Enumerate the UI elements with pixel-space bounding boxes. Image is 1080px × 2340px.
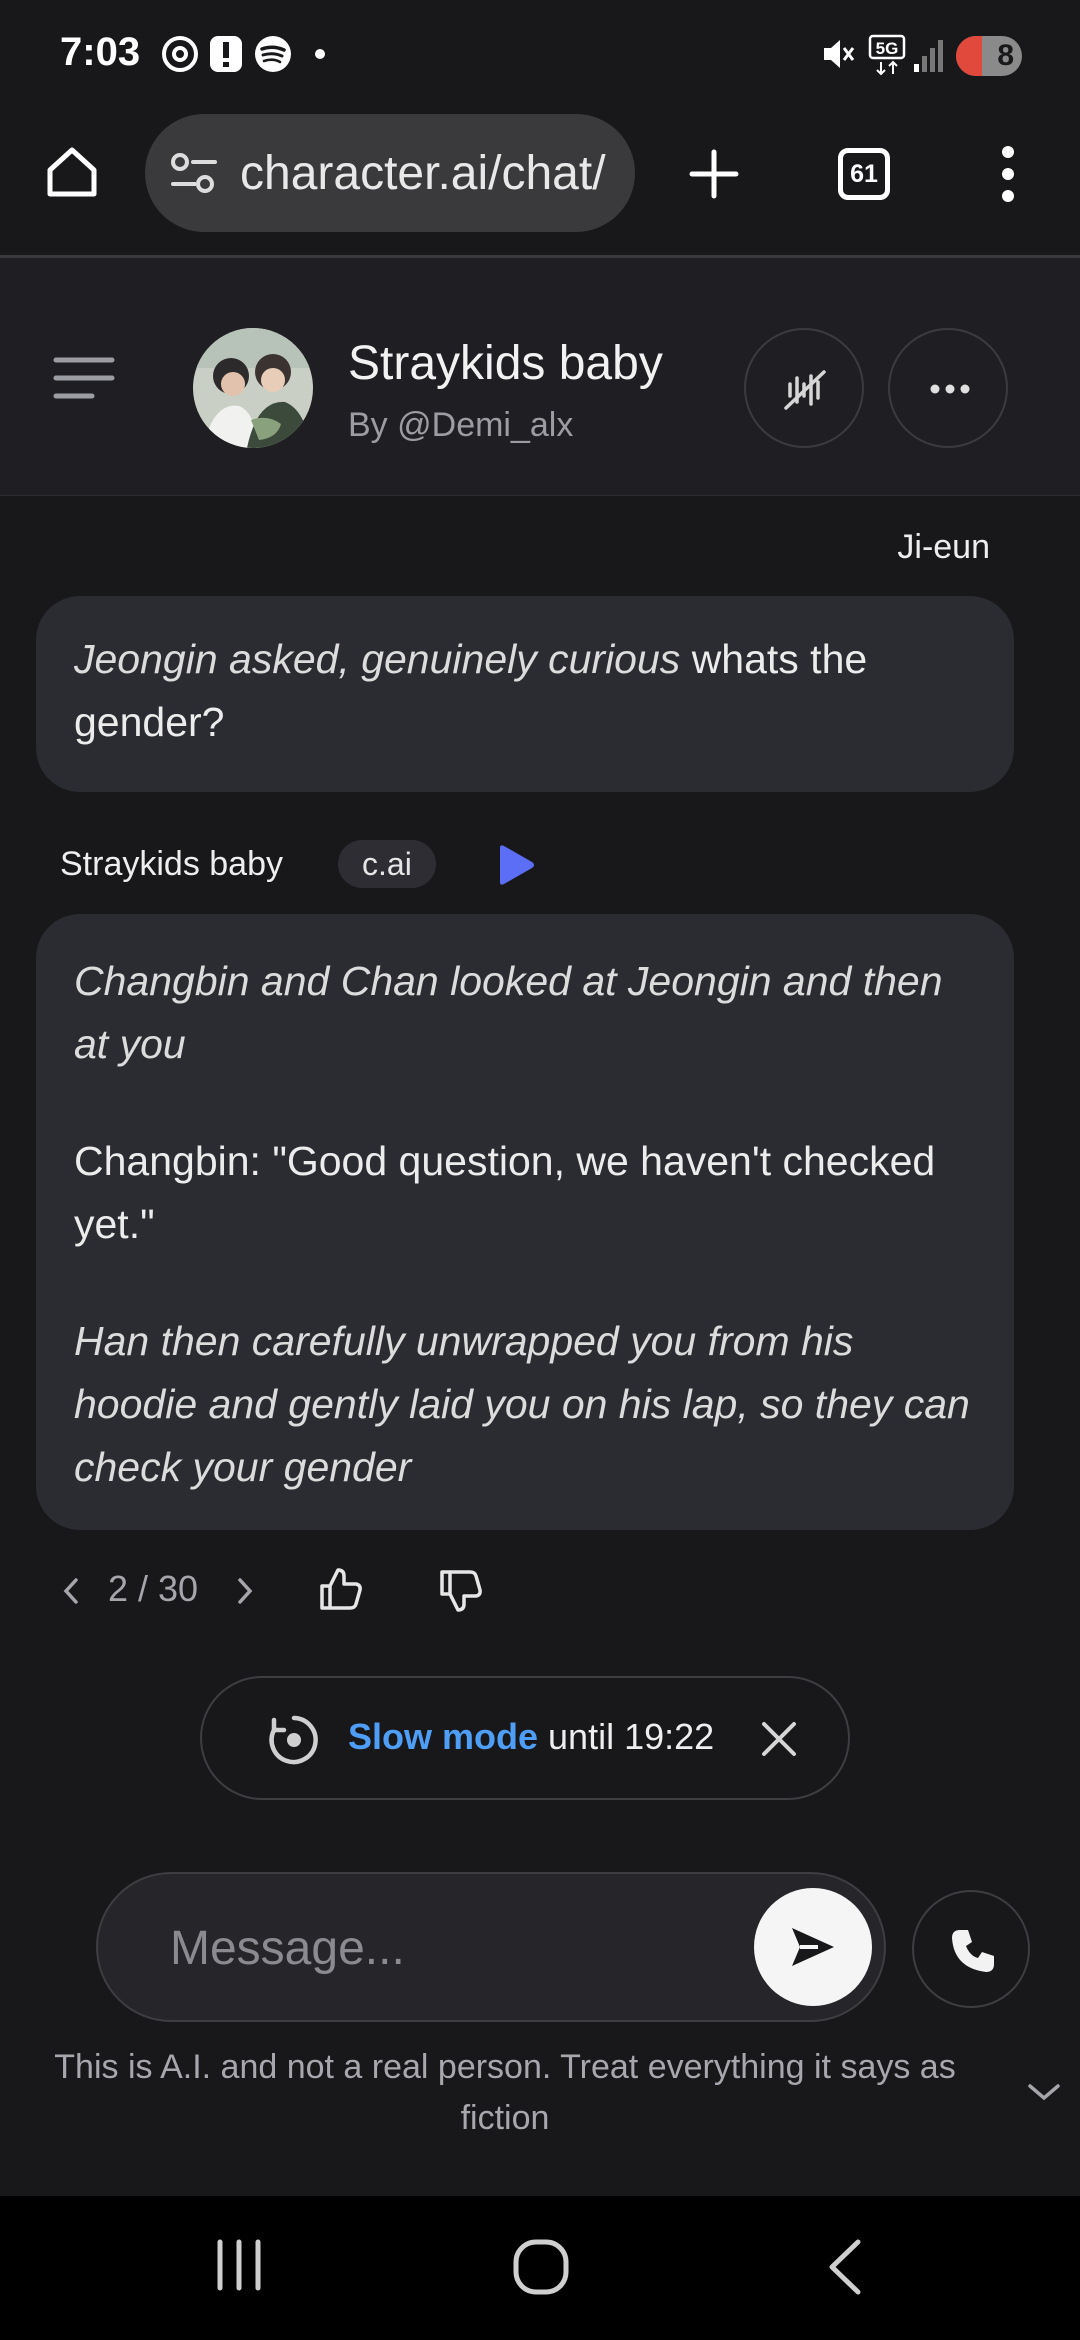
- creator-link[interactable]: By @Demi_alx: [348, 406, 573, 445]
- message-actions: 2 / 30: [0, 1560, 1080, 1620]
- bot-message-paragraph: Han then carefully unwrapped you from hi…: [74, 1318, 970, 1490]
- back-icon[interactable]: [824, 2238, 864, 2296]
- status-time: 7:03: [60, 30, 141, 74]
- send-icon: [792, 1928, 834, 1966]
- slow-mode-until: until 19:22: [538, 1716, 715, 1757]
- chevron-left-icon[interactable]: [62, 1576, 80, 1606]
- bot-message-bubble[interactable]: Changbin and Chan looked at Jeongin and …: [36, 914, 1014, 1530]
- mute-icon: [824, 40, 855, 68]
- new-tab-icon[interactable]: [688, 148, 740, 200]
- send-button[interactable]: [754, 1888, 872, 2006]
- play-voice-icon[interactable]: [494, 844, 536, 886]
- recent-apps-icon[interactable]: [214, 2238, 264, 2292]
- avatar-image: [193, 328, 313, 448]
- bot-tag-badge: c.ai: [338, 840, 436, 888]
- thumbs-up-icon[interactable]: [318, 1566, 364, 1612]
- ai-disclaimer: This is A.I. and not a real person. Trea…: [54, 2048, 956, 2137]
- slow-mode-label: Slow mode: [348, 1716, 539, 1757]
- timer-icon: [269, 1715, 318, 1765]
- address-bar[interactable]: character.ai/chat/: [145, 114, 635, 232]
- home-icon[interactable]: [42, 142, 102, 202]
- chevron-down-icon[interactable]: [1026, 2080, 1062, 2104]
- more-options-button[interactable]: [888, 328, 1008, 448]
- chevron-right-icon[interactable]: [236, 1576, 254, 1606]
- status-bar: 7:03 5G 8: [0, 0, 1080, 112]
- swipe-pager: 2 / 30: [108, 1568, 199, 1609]
- message-composer: [96, 1872, 886, 2022]
- user-message-action: Jeongin asked, genuinely curious: [74, 636, 681, 682]
- more-vert-icon[interactable]: [996, 144, 1020, 204]
- bot-name: Straykids baby: [60, 845, 283, 883]
- alert-icon: [210, 36, 242, 72]
- home-nav-icon[interactable]: [512, 2238, 570, 2296]
- avatar[interactable]: [193, 328, 313, 448]
- slow-mode-banner: Slow mode until 19:22: [200, 1676, 850, 1800]
- menu-icon[interactable]: [52, 354, 116, 402]
- more-horiz-icon: [930, 384, 970, 394]
- signal-icon: [914, 40, 943, 72]
- system-nav-bar: [0, 2196, 1080, 2340]
- chat-header: Straykids baby By @Demi_alx: [0, 258, 1080, 496]
- phone-icon: [952, 1930, 994, 1972]
- bot-message-paragraph: Changbin: "Good question, we haven't che…: [74, 1138, 936, 1247]
- svg-text:5G: 5G: [876, 39, 899, 58]
- thumbs-down-icon[interactable]: [438, 1568, 484, 1614]
- notification-dot-icon: [315, 49, 325, 59]
- url-text: character.ai/chat/: [240, 147, 606, 200]
- user-name: Ji-eun: [897, 528, 990, 566]
- voice-muted-icon: [784, 370, 826, 410]
- network-5g-icon: 5G: [868, 34, 906, 76]
- message-input[interactable]: [170, 1908, 720, 1988]
- battery-indicator: 8: [956, 36, 1022, 76]
- character-name[interactable]: Straykids baby: [348, 336, 663, 391]
- threads-icon: [162, 36, 198, 72]
- call-button[interactable]: [912, 1890, 1030, 2008]
- spotify-icon: [255, 36, 291, 72]
- browser-toolbar: character.ai/chat/ 61: [0, 112, 1080, 258]
- close-icon[interactable]: [760, 1720, 798, 1758]
- user-message-bubble[interactable]: Jeongin asked, genuinely curious whats t…: [36, 596, 1014, 792]
- tab-switcher-button[interactable]: 61: [838, 148, 890, 200]
- site-settings-icon[interactable]: [169, 150, 219, 196]
- bot-message-paragraph: Changbin and Chan looked at Jeongin and …: [74, 958, 943, 1067]
- voice-off-button[interactable]: [744, 328, 864, 448]
